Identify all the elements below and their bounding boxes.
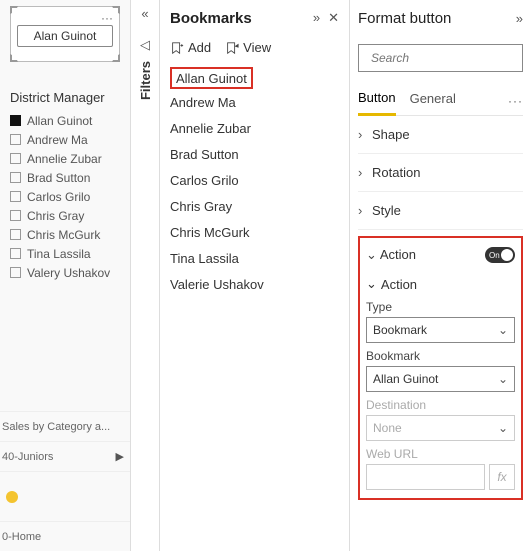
slicer-item-label: Annelie Zubar xyxy=(27,152,102,166)
slicer-item-label: Tina Lassila xyxy=(27,247,91,261)
section-shape[interactable]: ›Shape xyxy=(358,116,523,154)
destination-label: Destination xyxy=(366,398,515,412)
slicer-item[interactable]: Brad Sutton xyxy=(10,168,126,187)
search-input[interactable] xyxy=(371,51,528,65)
tab-more-icon[interactable]: ··· xyxy=(508,94,523,108)
chevron-right-icon: › xyxy=(358,203,372,218)
section-rotation[interactable]: ›Rotation xyxy=(358,154,523,192)
weburl-input xyxy=(366,464,485,490)
weburl-label: Web URL xyxy=(366,447,515,461)
bookmarks-panel: Bookmarks » ✕ Add View Allan GuinotAndre… xyxy=(160,0,350,551)
bookmark-item[interactable]: Andrew Ma xyxy=(170,89,339,115)
slicer-item[interactable]: Valery Ushakov xyxy=(10,263,126,282)
bookmark-item[interactable]: Valerie Ushakov xyxy=(170,271,339,297)
visual-more-icon[interactable]: ··· xyxy=(101,11,113,25)
slicer-item-label: Carlos Grilo xyxy=(27,190,90,204)
expand-right-icon[interactable]: » xyxy=(313,10,320,26)
slicer-item[interactable]: Carlos Grilo xyxy=(10,187,126,206)
action-section: ⌄ Action On ⌄Action Type Bookmark⌄ Bookm… xyxy=(358,236,523,500)
checkbox-icon[interactable] xyxy=(10,153,21,164)
slicer-item-label: Chris McGurk xyxy=(27,228,100,242)
slicer-item[interactable]: Tina Lassila xyxy=(10,244,126,263)
chevron-down-icon: ⌄ xyxy=(366,276,377,292)
footer-sales: Sales by Category a... xyxy=(0,411,130,441)
add-bookmark-button[interactable]: Add xyxy=(170,40,211,55)
chevron-right-icon: › xyxy=(358,127,372,142)
slicer-item-label: Valery Ushakov xyxy=(27,266,110,280)
fx-button[interactable]: fx xyxy=(489,464,515,490)
slicer-item[interactable]: Chris Gray xyxy=(10,206,126,225)
chevron-right-icon: ▶ xyxy=(116,450,130,463)
bookmark-label: Bookmark xyxy=(366,349,515,363)
button-visual[interactable]: ··· Alan Guinot xyxy=(10,6,120,62)
slicer-title: District Manager xyxy=(10,90,126,105)
slicer-item[interactable]: Annelie Zubar xyxy=(10,149,126,168)
bookmark-item[interactable]: Brad Sutton xyxy=(170,141,339,167)
expand-left-icon[interactable]: « xyxy=(141,6,148,21)
slicer-item-label: Chris Gray xyxy=(27,209,84,223)
checkbox-icon[interactable] xyxy=(10,134,21,145)
checkbox-icon[interactable] xyxy=(10,115,21,126)
report-canvas-area: ··· Alan Guinot District Manager Allan G… xyxy=(0,0,130,551)
action-header[interactable]: ⌄ Action xyxy=(366,247,416,263)
footer-juniors[interactable]: 40-Juniors▶ xyxy=(0,441,130,471)
checkbox-icon[interactable] xyxy=(10,172,21,183)
type-label: Type xyxy=(366,300,515,314)
chevron-down-icon: ⌄ xyxy=(498,421,508,435)
action-toggle[interactable]: On xyxy=(485,247,515,263)
format-panel: Format button » Button General ··· ›Shap… xyxy=(350,0,531,551)
slicer-item-label: Allan Guinot xyxy=(27,114,92,128)
expand-right-icon[interactable]: » xyxy=(516,11,523,26)
type-select[interactable]: Bookmark⌄ xyxy=(366,317,515,343)
checkbox-icon[interactable] xyxy=(10,248,21,259)
slicer-item-label: Brad Sutton xyxy=(27,171,90,185)
tab-general[interactable]: General xyxy=(410,87,456,114)
bookmark-item[interactable]: Chris Gray xyxy=(170,193,339,219)
bookmarks-title: Bookmarks xyxy=(170,10,252,27)
bookmark-item[interactable]: Annelie Zubar xyxy=(170,115,339,141)
chevron-down-icon: ⌄ xyxy=(498,323,508,337)
search-input-wrap[interactable] xyxy=(358,44,523,72)
bookmark-item[interactable]: Carlos Grilo xyxy=(170,167,339,193)
status-dot-icon xyxy=(6,491,18,503)
chevron-down-icon: ⌄ xyxy=(366,247,377,262)
button-label[interactable]: Alan Guinot xyxy=(17,25,113,47)
view-bookmark-button[interactable]: View xyxy=(225,40,271,55)
bookmark-select[interactable]: Allan Guinot⌄ xyxy=(366,366,515,392)
destination-select: None⌄ xyxy=(366,415,515,441)
slicer-list: Allan Guinot Andrew Ma Annelie Zubar Brad S… xyxy=(10,111,126,282)
filter-icon: ◁ xyxy=(140,37,150,53)
footer-home: 0-Home xyxy=(0,521,130,551)
filters-pane-collapsed[interactable]: « ◁ Filters xyxy=(130,0,160,551)
bookmark-item[interactable]: Chris McGurk xyxy=(170,219,339,245)
filters-label: Filters xyxy=(138,61,153,100)
checkbox-icon[interactable] xyxy=(10,229,21,240)
checkbox-icon[interactable] xyxy=(10,267,21,278)
checkbox-icon[interactable] xyxy=(10,191,21,202)
slicer-item[interactable]: Allan Guinot xyxy=(10,111,126,130)
slicer-item-label: Andrew Ma xyxy=(27,133,88,147)
slicer-item[interactable]: Andrew Ma xyxy=(10,130,126,149)
chevron-right-icon: › xyxy=(358,165,372,180)
checkbox-icon[interactable] xyxy=(10,210,21,221)
action-subheader[interactable]: ⌄Action xyxy=(366,276,515,292)
bookmark-item[interactable]: Tina Lassila xyxy=(170,245,339,271)
tab-button[interactable]: Button xyxy=(358,86,396,116)
section-style[interactable]: ›Style xyxy=(358,192,523,230)
bookmark-list: Allan GuinotAndrew MaAnnelie ZubarBrad S… xyxy=(170,67,339,297)
close-icon[interactable]: ✕ xyxy=(328,10,339,26)
format-title: Format button xyxy=(358,10,451,27)
bookmark-item[interactable]: Allan Guinot xyxy=(170,67,253,89)
chevron-down-icon: ⌄ xyxy=(498,372,508,386)
slicer-item[interactable]: Chris McGurk xyxy=(10,225,126,244)
